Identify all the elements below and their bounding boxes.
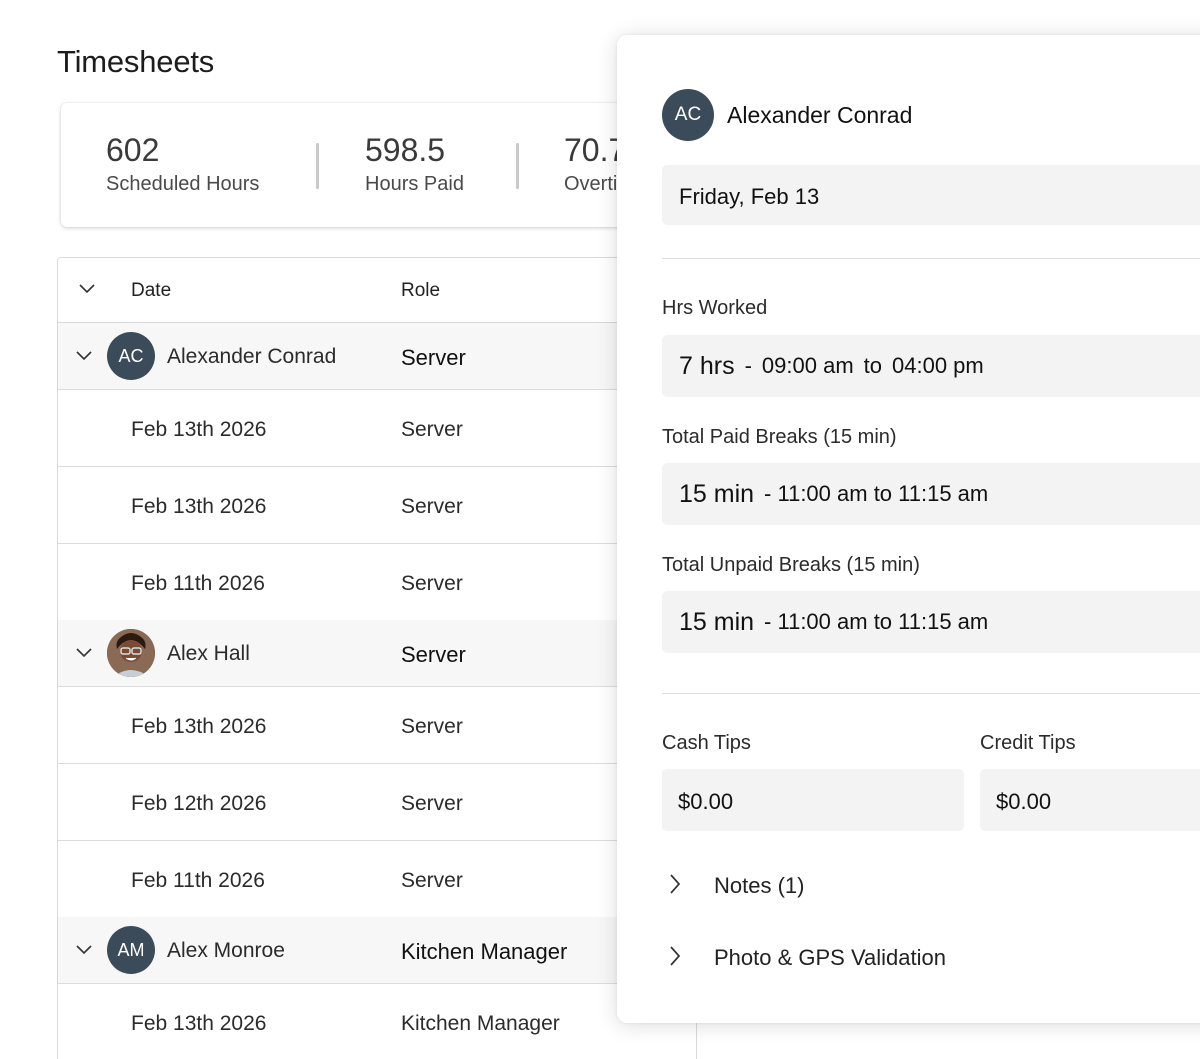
chevron-down-icon[interactable]: [76, 648, 92, 662]
row-date: Feb 13th 2026: [131, 418, 267, 441]
credit-tips-label: Credit Tips: [980, 732, 1076, 754]
chevron-down-icon[interactable]: [76, 351, 92, 365]
row-role: Server: [401, 495, 463, 518]
cash-tips-value: $0.00: [678, 789, 734, 814]
hrs-worked-duration: 7 hrs: [679, 351, 735, 380]
divider: [662, 693, 1200, 694]
table-row[interactable]: Feb 11th 2026 Server: [58, 841, 696, 918]
chevron-down-icon[interactable]: [76, 945, 92, 959]
hrs-worked-start[interactable]: 09:00 am: [762, 353, 854, 379]
employee-role: Kitchen Manager: [401, 939, 568, 964]
employee-role: Server: [401, 345, 466, 370]
employee-group-row[interactable]: AM Alex Monroe Kitchen Manager: [58, 917, 696, 984]
timesheets-page: Timesheets 602 Scheduled Hours 598.5 Hou…: [0, 0, 1200, 1059]
employee-group-row[interactable]: AC Alexander Conrad Server: [58, 323, 696, 390]
employee-name: Alex Hall: [167, 642, 250, 665]
row-role: Server: [401, 418, 463, 441]
hrs-worked-value: 7 hrs - 09:00 am to 04:00 pm: [679, 335, 984, 397]
unpaid-breaks-value: 15 min - 11:00 am to 11:15 am: [679, 591, 988, 653]
employee-name: Alexander Conrad: [167, 345, 337, 368]
notes-label[interactable]: Notes (1): [714, 873, 804, 899]
date-field-value: Friday, Feb 13: [679, 184, 820, 209]
stat-hours-paid: 598.5 Hours Paid: [365, 131, 464, 197]
row-date: Feb 13th 2026: [131, 495, 267, 518]
avatar-photo: [107, 629, 155, 677]
paid-breaks-range: - 11:00 am to 11:15 am: [764, 481, 989, 506]
timesheet-detail-panel: AC Alexander Conrad Friday, Feb 13 Hrs W…: [617, 35, 1200, 1023]
row-date: Feb 13th 2026: [131, 715, 267, 738]
paid-breaks-field[interactable]: 15 min - 11:00 am to 11:15 am: [662, 463, 1200, 525]
stat-divider: [316, 143, 319, 189]
column-header-role[interactable]: Role: [401, 280, 440, 302]
paid-breaks-value: 15 min - 11:00 am to 11:15 am: [679, 463, 988, 525]
stat-label: Hours Paid: [365, 173, 464, 195]
row-date: Feb 11th 2026: [131, 572, 265, 595]
hrs-worked-field[interactable]: 7 hrs - 09:00 am to 04:00 pm: [662, 335, 1200, 397]
table-row[interactable]: Feb 13th 2026 Server: [58, 467, 696, 544]
page-title: Timesheets: [57, 44, 215, 79]
table-row[interactable]: Feb 13th 2026 Server: [58, 390, 696, 467]
row-role: Server: [401, 869, 463, 892]
row-date: Feb 13th 2026: [131, 1012, 267, 1035]
table-row[interactable]: Feb 11th 2026 Server: [58, 544, 696, 621]
avatar: AC: [662, 89, 714, 141]
photo-gps-expander[interactable]: Photo & GPS Validation: [617, 937, 1200, 977]
table-row[interactable]: Feb 13th 2026 Server: [58, 687, 696, 764]
separator: -: [744, 353, 752, 378]
employee-name: Alex Monroe: [167, 939, 285, 962]
chevron-right-icon[interactable]: [669, 946, 681, 966]
panel-employee-name: Alexander Conrad: [727, 102, 913, 128]
avatar: AM: [107, 926, 155, 974]
row-date: Feb 11th 2026: [131, 869, 265, 892]
credit-tips-input[interactable]: $0.00: [980, 769, 1200, 831]
stat-value: 598.5: [365, 132, 446, 168]
credit-tips-value: $0.00: [996, 789, 1052, 814]
unpaid-breaks-label: Total Unpaid Breaks (15 min): [662, 554, 920, 576]
date-field[interactable]: Friday, Feb 13: [662, 165, 1200, 225]
notes-expander[interactable]: Notes (1): [617, 865, 1200, 905]
table-row[interactable]: Feb 12th 2026 Server: [58, 764, 696, 841]
table-row[interactable]: Feb 13th 2026 Kitchen Manager: [58, 984, 696, 1059]
avatar: AC: [107, 332, 155, 380]
unpaid-breaks-field[interactable]: 15 min - 11:00 am to 11:15 am: [662, 591, 1200, 653]
employee-group-row[interactable]: Alex Hall Server: [58, 620, 696, 687]
photo-gps-label[interactable]: Photo & GPS Validation: [714, 945, 946, 971]
divider: [662, 258, 1200, 259]
hrs-worked-label: Hrs Worked: [662, 297, 768, 319]
to-label: to: [863, 353, 883, 378]
paid-breaks-duration: 15 min: [679, 479, 755, 508]
chevron-right-icon[interactable]: [669, 874, 681, 894]
paid-breaks-label: Total Paid Breaks (15 min): [662, 426, 897, 448]
timesheet-table: Date Role AC Alexander Conrad Server Feb…: [57, 257, 697, 1059]
unpaid-breaks-range: - 11:00 am to 11:15 am: [764, 609, 989, 634]
stat-divider: [516, 143, 519, 189]
cash-tips-input[interactable]: $0.00: [662, 769, 964, 831]
stats-summary-card: 602 Scheduled Hours 598.5 Hours Paid 70.…: [61, 103, 681, 227]
row-role: Kitchen Manager: [401, 1012, 560, 1035]
row-date: Feb 12th 2026: [131, 792, 267, 815]
row-role: Server: [401, 572, 463, 595]
unpaid-breaks-duration: 15 min: [679, 607, 755, 636]
stat-label: Scheduled Hours: [106, 173, 260, 195]
stat-scheduled-hours: 602 Scheduled Hours: [106, 131, 259, 197]
cash-tips-label: Cash Tips: [662, 732, 751, 754]
row-role: Server: [401, 715, 463, 738]
column-header-date[interactable]: Date: [131, 280, 171, 302]
chevron-down-icon[interactable]: [79, 284, 95, 298]
hrs-worked-end[interactable]: 04:00 pm: [892, 353, 984, 379]
stat-value: 602: [106, 132, 160, 168]
table-header: Date Role: [58, 258, 696, 323]
row-role: Server: [401, 792, 463, 815]
employee-role: Server: [401, 642, 466, 667]
